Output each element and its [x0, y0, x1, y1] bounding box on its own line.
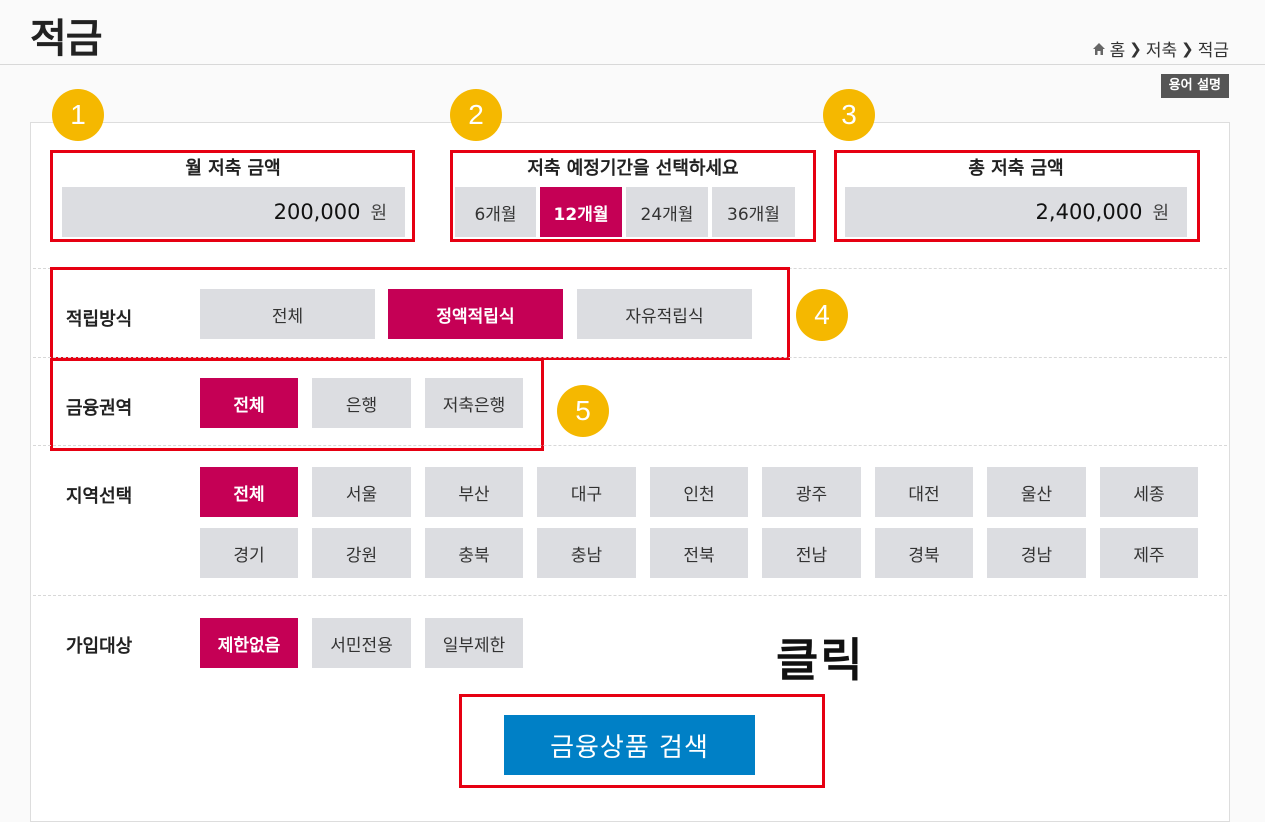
step-badge-5: 5: [557, 385, 609, 437]
region-option-jeonbuk[interactable]: 전북: [650, 528, 748, 578]
region-label: 지역선택: [66, 486, 133, 507]
region-option-daegu[interactable]: 대구: [537, 467, 636, 517]
highlight-box-total: [834, 150, 1200, 242]
highlight-box-monthly: [50, 150, 415, 242]
region-option-gyeongbuk[interactable]: 경북: [875, 528, 973, 578]
region-option-daejeon[interactable]: 대전: [875, 467, 973, 517]
step-badge-1: 1: [52, 89, 104, 141]
step-badge-3: 3: [823, 89, 875, 141]
highlight-box-method: [50, 267, 790, 360]
page-title: 적금: [30, 16, 103, 62]
target-label: 가입대상: [66, 636, 133, 657]
step-badge-4: 4: [796, 289, 848, 341]
header-divider: [0, 64, 1265, 65]
region-option-jeonnam[interactable]: 전남: [762, 528, 861, 578]
target-option-low-income[interactable]: 서민전용: [312, 618, 411, 668]
breadcrumb-savings[interactable]: 저축: [1146, 36, 1177, 61]
region-option-jeju[interactable]: 제주: [1100, 528, 1198, 578]
region-option-gwangju[interactable]: 광주: [762, 467, 861, 517]
highlight-box-sector: [50, 358, 544, 451]
chevron-right-icon: ❯: [1181, 39, 1194, 58]
region-option-gyeongnam[interactable]: 경남: [987, 528, 1086, 578]
step-badge-2: 2: [450, 89, 502, 141]
region-option-chungnam[interactable]: 충남: [537, 528, 636, 578]
term-glossary-button[interactable]: 용어 설명: [1160, 74, 1229, 98]
breadcrumb-home[interactable]: 홈: [1110, 36, 1126, 61]
region-option-chungbuk[interactable]: 충북: [425, 528, 523, 578]
region-option-incheon[interactable]: 인천: [650, 467, 748, 517]
highlight-box-period: [450, 150, 816, 242]
region-option-all[interactable]: 전체: [200, 467, 298, 517]
breadcrumb: 홈 ❯ 저축 ❯ 적금: [1092, 36, 1229, 61]
region-option-gangwon[interactable]: 강원: [312, 528, 411, 578]
region-option-seoul[interactable]: 서울: [312, 467, 411, 517]
chevron-right-icon: ❯: [1129, 39, 1142, 58]
highlight-box-search: [459, 694, 825, 788]
region-option-busan[interactable]: 부산: [425, 467, 523, 517]
click-annotation: 클릭: [776, 633, 865, 687]
breadcrumb-current: 적금: [1197, 41, 1229, 61]
home-icon[interactable]: [1092, 42, 1106, 56]
target-option-unrestricted[interactable]: 제한없음: [200, 618, 298, 668]
divider: [33, 445, 1227, 446]
region-option-gyeonggi[interactable]: 경기: [200, 528, 298, 578]
divider: [33, 595, 1227, 596]
target-option-partial[interactable]: 일부제한: [425, 618, 523, 668]
region-option-sejong[interactable]: 세종: [1100, 467, 1198, 517]
region-option-ulsan[interactable]: 울산: [987, 467, 1086, 517]
